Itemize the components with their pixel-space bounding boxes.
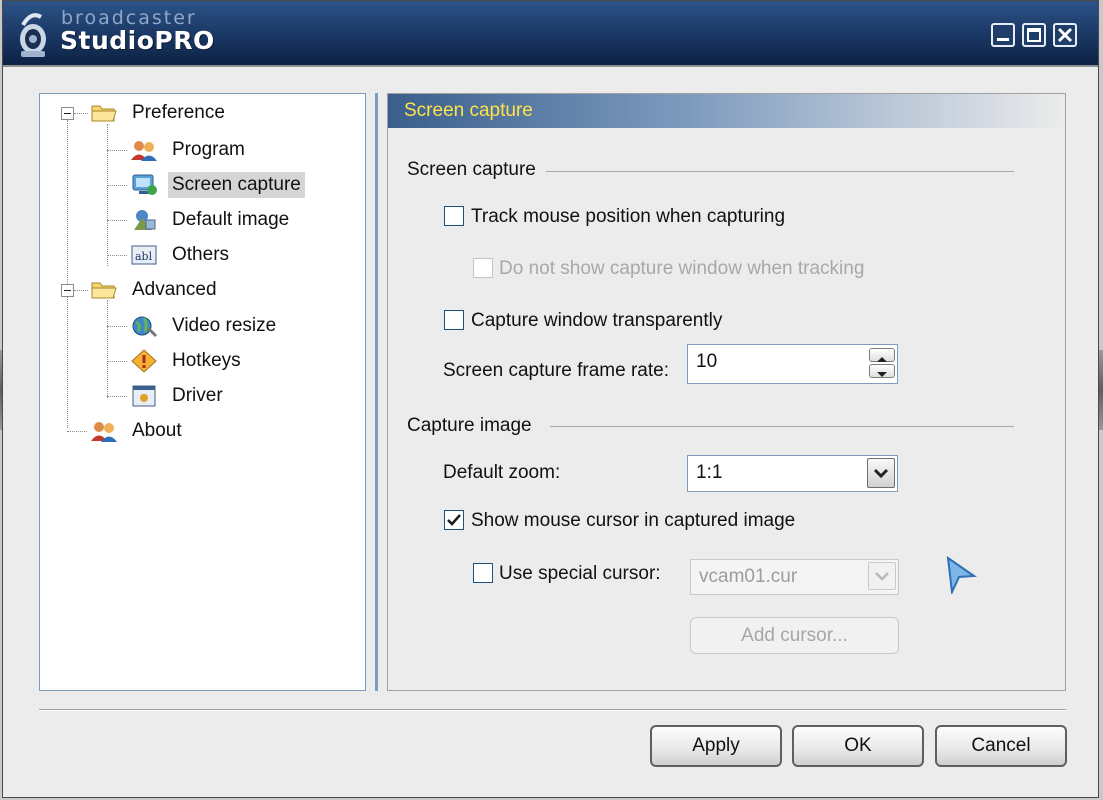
- panel-header: Screen capture: [388, 94, 1065, 128]
- driver-icon: [132, 385, 156, 407]
- tree-connector: [107, 220, 127, 221]
- folder-icon: [91, 282, 117, 299]
- maximize-icon: [1027, 28, 1041, 42]
- capture-transparent-checkbox[interactable]: [444, 310, 464, 330]
- spin-up-button[interactable]: [869, 348, 895, 362]
- special-cursor-checkbox[interactable]: [473, 563, 493, 583]
- track-mouse-checkbox[interactable]: [444, 206, 464, 226]
- close-icon: [1057, 27, 1073, 43]
- zoom-dropdown-button[interactable]: [867, 458, 895, 488]
- no-show-window-checkbox[interactable]: [473, 258, 493, 278]
- frame-rate-value: 10: [696, 351, 718, 372]
- title-bar[interactable]: broadcaster StudioPRO: [3, 1, 1098, 67]
- users-icon: [91, 422, 117, 442]
- add-cursor-label: Add cursor...: [741, 625, 848, 646]
- arrow-down-icon: [877, 372, 887, 377]
- tree-item-label: Program: [172, 139, 245, 160]
- group-divider: [546, 171, 1014, 172]
- tree-connector: [107, 124, 108, 266]
- tree-connector: [107, 150, 127, 151]
- settings-panel: Screen capture Screen capture Track mous…: [387, 93, 1066, 691]
- default-zoom-value: 1:1: [696, 462, 723, 483]
- maximize-button[interactable]: [1022, 23, 1046, 47]
- mascot-logo-icon: [20, 13, 46, 57]
- panel-content: Screen capture Track mouse position when…: [388, 134, 1065, 690]
- show-cursor-label[interactable]: Show mouse cursor in captured image: [471, 510, 795, 532]
- tree-item-label: Preference: [132, 102, 225, 123]
- cancel-label: Cancel: [971, 735, 1031, 756]
- show-cursor-checkbox[interactable]: [444, 510, 464, 530]
- tree-connector: [107, 361, 127, 362]
- settings-window: broadcaster StudioPRO Preference Program…: [2, 0, 1099, 798]
- spin-down-button[interactable]: [869, 364, 895, 378]
- logo-big-text: StudioPRO: [60, 26, 215, 55]
- tree-connector: [67, 431, 87, 432]
- tree-item-label: Advanced: [132, 279, 217, 300]
- tree-connector: [107, 185, 127, 186]
- ok-button[interactable]: OK: [792, 725, 924, 767]
- tree-item-label: Default image: [172, 209, 290, 230]
- image-icon: [134, 210, 156, 230]
- apply-button[interactable]: Apply: [650, 725, 782, 767]
- cursor-file-value: vcam01.cur: [699, 566, 798, 587]
- collapse-toggle-advanced[interactable]: [61, 284, 74, 297]
- ok-label: OK: [844, 735, 872, 756]
- tree-item-label: Driver: [172, 385, 223, 406]
- add-cursor-button[interactable]: Add cursor...: [690, 617, 899, 654]
- capture-transparent-label[interactable]: Capture window transparently: [471, 310, 722, 332]
- cursor-file-select[interactable]: vcam01.cur: [690, 559, 899, 595]
- tree-connector: [107, 326, 127, 327]
- tree-connector: [107, 300, 108, 398]
- tree-connector: [74, 290, 88, 291]
- cancel-button[interactable]: Cancel: [935, 725, 1067, 767]
- default-zoom-select[interactable]: 1:1: [687, 455, 898, 492]
- tree-item-label: Screen capture: [168, 172, 305, 198]
- default-zoom-label: Default zoom:: [443, 462, 561, 483]
- warning-diamond-icon: [131, 349, 157, 373]
- footer-divider: [39, 709, 1066, 711]
- settings-tree: Preference Program Screen capture Defaul…: [39, 93, 366, 691]
- monitor-icon: [132, 174, 157, 195]
- tree-item-label: Hotkeys: [172, 350, 241, 371]
- chevron-down-icon: [873, 468, 889, 479]
- apply-label: Apply: [692, 735, 740, 756]
- tree-connector: [67, 120, 68, 428]
- pane-splitter[interactable]: [375, 93, 378, 691]
- text-field-icon: abl: [131, 245, 157, 265]
- cursor-preview-icon: [946, 556, 977, 594]
- group-label-capture-image: Capture image: [407, 415, 532, 436]
- tree-connector: [107, 396, 127, 397]
- collapse-toggle-preference[interactable]: [61, 107, 74, 120]
- close-button[interactable]: [1053, 23, 1077, 47]
- frame-rate-label: Screen capture frame rate:: [443, 360, 669, 381]
- checkmark-icon: [447, 514, 461, 526]
- group-label-screen-capture: Screen capture: [407, 159, 536, 180]
- track-mouse-label[interactable]: Track mouse position when capturing: [471, 206, 785, 228]
- tree-item-label: Video resize: [172, 315, 277, 336]
- users-icon: [131, 141, 157, 161]
- minimize-icon: [997, 38, 1009, 41]
- group-divider: [550, 426, 1014, 427]
- svg-text:abl: abl: [135, 250, 153, 263]
- tree-item-label: Others: [172, 244, 230, 265]
- tree-item-label: About: [132, 420, 182, 441]
- panel-title: Screen capture: [404, 100, 533, 121]
- special-cursor-label[interactable]: Use special cursor:: [499, 563, 661, 585]
- cursor-dropdown-button[interactable]: [868, 562, 896, 590]
- tree-connector: [74, 113, 88, 114]
- no-show-window-label[interactable]: Do not show capture window when tracking: [499, 258, 864, 280]
- tree-connector: [107, 255, 127, 256]
- minimize-button[interactable]: [991, 23, 1015, 47]
- frame-rate-stepper[interactable]: 10: [687, 344, 898, 384]
- chevron-down-icon: [875, 572, 889, 581]
- folder-icon: [91, 105, 117, 122]
- globe-icon: [132, 316, 158, 338]
